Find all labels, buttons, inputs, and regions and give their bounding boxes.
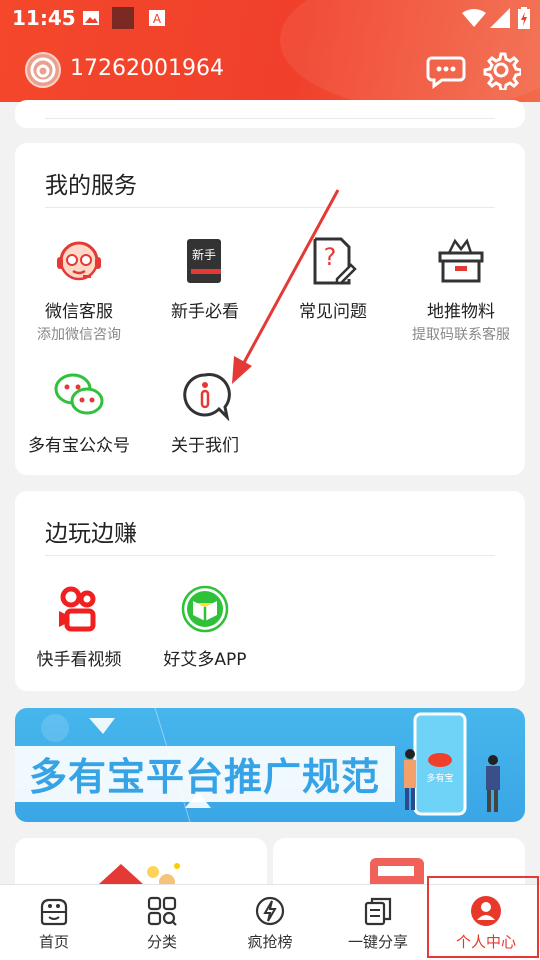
kuaishou-icon bbox=[59, 586, 96, 632]
avatar-icon bbox=[30, 57, 56, 83]
service-label: 关于我们 bbox=[171, 436, 239, 456]
earn-label: 快手看视频 bbox=[36, 650, 122, 670]
svg-text:A: A bbox=[153, 12, 162, 26]
earn-haoaiduo[interactable]: 好艾多APP bbox=[141, 583, 269, 670]
info-bubble-icon bbox=[183, 373, 231, 421]
earn-title: 边玩边赚 bbox=[45, 521, 137, 547]
service-label: 新手必看 bbox=[171, 302, 239, 322]
service-newbie-guide[interactable]: 新手 新手必看 bbox=[141, 235, 269, 322]
package-icon bbox=[438, 238, 484, 283]
banner-phone-label: 多有宝 bbox=[426, 772, 453, 784]
lightning-tab-icon bbox=[255, 896, 285, 926]
question-document-icon: ? bbox=[313, 237, 357, 285]
tab-home[interactable]: 首页 bbox=[0, 885, 108, 960]
divider bbox=[45, 555, 495, 556]
tab-label: 分类 bbox=[146, 933, 177, 951]
earn-label: 好艾多APP bbox=[163, 650, 247, 670]
service-sub: 提取码联系客服 bbox=[412, 327, 510, 343]
chat-bubble-icon bbox=[426, 56, 466, 89]
divider bbox=[45, 118, 495, 119]
wifi-icon bbox=[462, 9, 486, 27]
service-about-us[interactable]: 关于我们 bbox=[141, 369, 269, 456]
services-title: 我的服务 bbox=[45, 173, 137, 199]
book-icon-text: 新手 bbox=[192, 247, 216, 262]
tab-label: 疯抢榜 bbox=[247, 933, 293, 951]
tab-category[interactable]: 分类 bbox=[108, 885, 216, 960]
banner-title: 多有宝平台推广规范 bbox=[29, 755, 381, 799]
tab-share[interactable]: 一键分享 bbox=[324, 885, 432, 960]
service-label: 地推物料 bbox=[427, 302, 495, 322]
gallery-icon bbox=[83, 11, 99, 25]
tab-label: 一键分享 bbox=[347, 933, 408, 951]
status-bar: 11:45 A bbox=[0, 0, 540, 36]
home-tab-icon bbox=[40, 898, 68, 926]
support-agent-icon bbox=[57, 241, 101, 281]
service-promo-materials[interactable]: 地推物料 提取码联系客服 bbox=[397, 235, 525, 344]
text-notification-icon: A bbox=[149, 10, 165, 26]
highlight-box bbox=[427, 876, 539, 958]
message-button[interactable] bbox=[426, 50, 466, 90]
service-label: 常见问题 bbox=[299, 302, 367, 322]
tab-label: 首页 bbox=[38, 933, 69, 951]
earn-kuaishou[interactable]: 快手看视频 bbox=[15, 583, 143, 670]
wechat-icon bbox=[54, 373, 104, 415]
service-wechat-support[interactable]: 微信客服 添加微信咨询 bbox=[15, 235, 143, 344]
settings-button[interactable] bbox=[481, 50, 521, 90]
svg-text:?: ? bbox=[324, 243, 337, 271]
battery-icon bbox=[518, 7, 530, 29]
service-official-account[interactable]: 多有宝公众号 bbox=[15, 369, 143, 456]
service-faq[interactable]: ? 常见问题 bbox=[269, 235, 397, 322]
copy-share-tab-icon bbox=[364, 897, 392, 926]
promo-banner[interactable]: 多有宝平台推广规范 多有宝 bbox=[15, 708, 525, 822]
divider bbox=[45, 207, 495, 208]
signal-icon bbox=[490, 8, 510, 28]
book-icon: 新手 bbox=[187, 239, 221, 283]
play-and-earn-card: 边玩边赚 快手看视频 好艾多APP bbox=[15, 491, 525, 691]
gear-icon bbox=[483, 52, 521, 90]
user-phone: 17262001964 bbox=[70, 56, 224, 81]
service-sub: 添加微信咨询 bbox=[37, 327, 121, 343]
status-time: 11:45 bbox=[12, 6, 76, 30]
banner-illustration: 多有宝 bbox=[404, 712, 500, 816]
user-row: 17262001964 bbox=[0, 50, 540, 90]
header: 11:45 A 17262001964 bbox=[0, 0, 540, 102]
avatar[interactable] bbox=[25, 52, 61, 88]
haoaiduo-icon bbox=[181, 585, 229, 633]
grid-tab-icon bbox=[147, 896, 177, 926]
tab-ranking[interactable]: 疯抢榜 bbox=[216, 885, 324, 960]
my-services-card: 我的服务 微信客服 添加微信咨询 新手 新手必看 ? 常见问题 地推物料 提取码… bbox=[15, 143, 525, 475]
service-label: 多有宝公众号 bbox=[28, 436, 130, 456]
previous-card bbox=[15, 100, 525, 128]
service-label: 微信客服 bbox=[45, 302, 113, 322]
app-notification-icon bbox=[112, 7, 134, 29]
